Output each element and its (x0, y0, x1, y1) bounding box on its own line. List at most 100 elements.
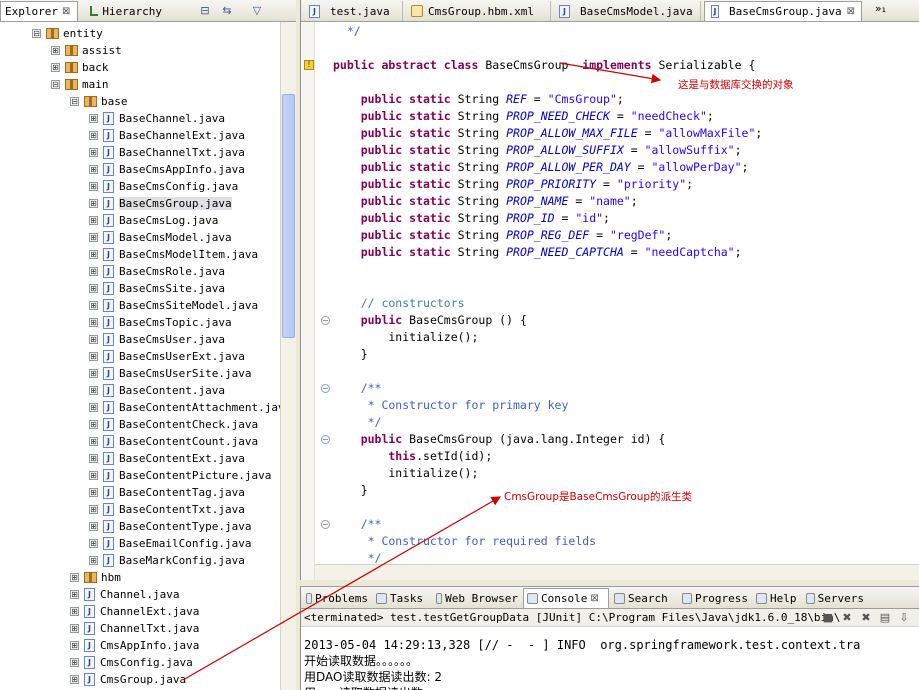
expand-icon[interactable]: ⊞ (89, 403, 98, 412)
expand-icon[interactable]: ⊞ (89, 284, 98, 293)
tree-item[interactable]: ⊞ J ChannelTxt.java (70, 620, 199, 637)
tree-item[interactable]: ⊞ J Channel.java (70, 586, 179, 603)
expand-icon[interactable]: ⊞ (89, 318, 98, 327)
expand-icon[interactable]: ⊞ (89, 471, 98, 480)
tree-item[interactable]: ⊞ J BaseCmsUserSite.java (89, 365, 251, 382)
expand-icon[interactable]: ⊞ (70, 607, 79, 616)
tree-item[interactable]: ⊞ J BaseContentCount.java (89, 433, 258, 450)
expand-icon[interactable]: ⊞ (89, 454, 98, 463)
tree-item[interactable]: ⊞ J BaseCmsSite.java (89, 280, 225, 297)
collapse-icon[interactable]: ⊟ (32, 29, 41, 38)
expand-icon[interactable]: ⊞ (89, 301, 98, 310)
expand-icon[interactable]: ⊞ (89, 267, 98, 276)
expand-icon[interactable]: ⊞ (89, 522, 98, 531)
tree-item[interactable]: ⊞ J BaseChannel.java (89, 110, 225, 127)
tree-item[interactable]: ⊞ J BaseContentCheck.java (89, 416, 258, 433)
expand-icon[interactable]: ⊞ (70, 624, 79, 633)
tree-item[interactable]: ⊞ J BaseCmsConfig.java (89, 178, 238, 195)
expand-icon[interactable]: ⊞ (89, 335, 98, 344)
tree-item[interactable]: ⊞ J BaseContentExt.java (89, 450, 245, 467)
tree-item[interactable]: ⊞ J BaseCmsRole.java (89, 263, 225, 280)
tree-item[interactable]: ⊞ J BaseCmsGroup.java (89, 195, 232, 212)
tab-test-java[interactable]: J test.java (303, 1, 403, 21)
tree-item[interactable]: ⊞ J BaseCmsTopic.java (89, 314, 232, 331)
tab-overflow-button[interactable]: »₁ (875, 2, 886, 15)
tab-cmsgroup-hbm-xml[interactable]: CmsGroup.hbm.xml (405, 1, 551, 21)
warning-icon[interactable]: ! (304, 60, 314, 70)
tree-item[interactable]: ⊞ J BaseContentAttachment.java (89, 399, 280, 416)
close-icon[interactable]: ⊠ (847, 6, 855, 17)
fold-toggle-icon[interactable]: − (321, 384, 330, 393)
tab-help[interactable]: Help (753, 588, 801, 608)
tab-tasks[interactable]: Tasks (373, 588, 431, 608)
tree-item[interactable]: ⊞ J BaseContentTag.java (89, 484, 245, 501)
close-icon[interactable]: ⊠ (62, 6, 70, 17)
expand-icon[interactable]: ⊞ (89, 114, 98, 123)
scroll-lock-icon[interactable]: ⇩ (897, 611, 911, 625)
tree-item[interactable]: ⊞ J CmsConfig.java (70, 654, 193, 671)
editor-horizontal-scrollbar[interactable] (315, 564, 919, 580)
expand-icon[interactable]: ⊞ (89, 233, 98, 242)
tree-item[interactable]: ⊞ assist (51, 42, 122, 59)
tree-item[interactable]: ⊞ J BaseCmsUser.java (89, 331, 225, 348)
terminate-icon[interactable]: ■ (821, 611, 835, 625)
tree-item[interactable]: ⊞ J BaseContent.java (89, 382, 225, 399)
expand-icon[interactable]: ⊞ (89, 369, 98, 378)
expand-icon[interactable]: ⊞ (70, 675, 79, 684)
collapse-icon[interactable]: ⊟ (51, 80, 60, 89)
expand-icon[interactable]: ⊞ (70, 641, 79, 650)
close-icon[interactable]: ⊠ (590, 593, 598, 604)
collapse-all-icon[interactable]: ⊟ (198, 4, 212, 18)
tree-item[interactable]: ⊞ J BaseChannelTxt.java (89, 144, 245, 161)
expand-icon[interactable]: ⊞ (89, 437, 98, 446)
tree-item[interactable]: ⊞ J BaseCmsAppInfo.java (89, 161, 245, 178)
tree-item[interactable]: ⊟ entity (32, 25, 103, 42)
tree-item[interactable]: ⊟ base (70, 93, 128, 110)
expand-icon[interactable]: ⊞ (89, 182, 98, 191)
tab-package-explorer[interactable]: Explorer ⊠ (0, 1, 78, 21)
tree-item[interactable]: ⊞ hbm (70, 569, 121, 586)
expand-icon[interactable]: ⊞ (89, 556, 98, 565)
expand-icon[interactable]: ⊞ (70, 573, 79, 582)
fold-toggle-icon[interactable]: − (321, 316, 330, 325)
expand-icon[interactable]: ⊞ (70, 658, 79, 667)
expand-icon[interactable]: ⊞ (51, 63, 60, 72)
tree-item[interactable]: ⊞ J BaseCmsModel.java (89, 229, 232, 246)
tree-scrollbar-thumb[interactable] (282, 94, 295, 338)
expand-icon[interactable]: ⊞ (89, 420, 98, 429)
tab-basecmsmodel-java[interactable]: J BaseCmsModel.java (553, 1, 701, 21)
tab-servers[interactable]: Servers (803, 588, 867, 608)
fold-toggle-icon[interactable]: − (321, 435, 330, 444)
tree-item[interactable]: ⊞ J BaseContentTxt.java (89, 501, 245, 518)
tree-item[interactable]: ⊞ J CmsAppInfo.java (70, 637, 199, 654)
tree-item[interactable]: ⊞ J CmsGroup.java (70, 671, 186, 688)
expand-icon[interactable]: ⊞ (89, 352, 98, 361)
tree-item[interactable]: ⊞ back (51, 59, 109, 76)
tab-search[interactable]: Search (611, 588, 677, 608)
expand-icon[interactable]: ⊞ (89, 250, 98, 259)
remove-all-icon[interactable]: ✖ (859, 611, 873, 625)
expand-icon[interactable]: ⊞ (89, 505, 98, 514)
expand-icon[interactable]: ⊞ (51, 46, 60, 55)
tree-item[interactable]: ⊞ J ChannelExt.java (70, 603, 199, 620)
tree-item[interactable]: ⊞ J BaseCmsSiteModel.java (89, 297, 258, 314)
fold-toggle-icon[interactable]: − (321, 520, 330, 529)
expand-icon[interactable]: ⊞ (89, 216, 98, 225)
tab-web-browser[interactable]: Web Browser (433, 588, 521, 608)
expand-icon[interactable]: ⊞ (89, 148, 98, 157)
tree-item[interactable]: ⊞ J BaseEmailConfig.java (89, 535, 251, 552)
tree-item[interactable]: ⊞ J BaseCmsLog.java (89, 212, 218, 229)
tab-progress[interactable]: Progress (679, 588, 751, 608)
tab-basecmsgroup-java[interactable]: J BaseCmsGroup.java ⊠ (704, 1, 862, 21)
expand-icon[interactable]: ⊞ (89, 131, 98, 140)
expand-icon[interactable]: ⊞ (89, 539, 98, 548)
expand-icon[interactable]: ⊞ (89, 386, 98, 395)
tree-item[interactable]: ⊞ J BaseCmsModelItem.java (89, 246, 258, 263)
tree-item[interactable]: ⊞ J BaseCmsUserExt.java (89, 348, 245, 365)
clear-console-icon[interactable]: ▤ (878, 611, 892, 625)
expand-icon[interactable]: ⊞ (70, 590, 79, 599)
link-editor-icon[interactable]: ⇆ (220, 4, 234, 18)
tree-scrollbar[interactable] (280, 22, 296, 690)
tab-problems[interactable]: Problems (303, 588, 371, 608)
expand-icon[interactable]: ⊞ (89, 165, 98, 174)
